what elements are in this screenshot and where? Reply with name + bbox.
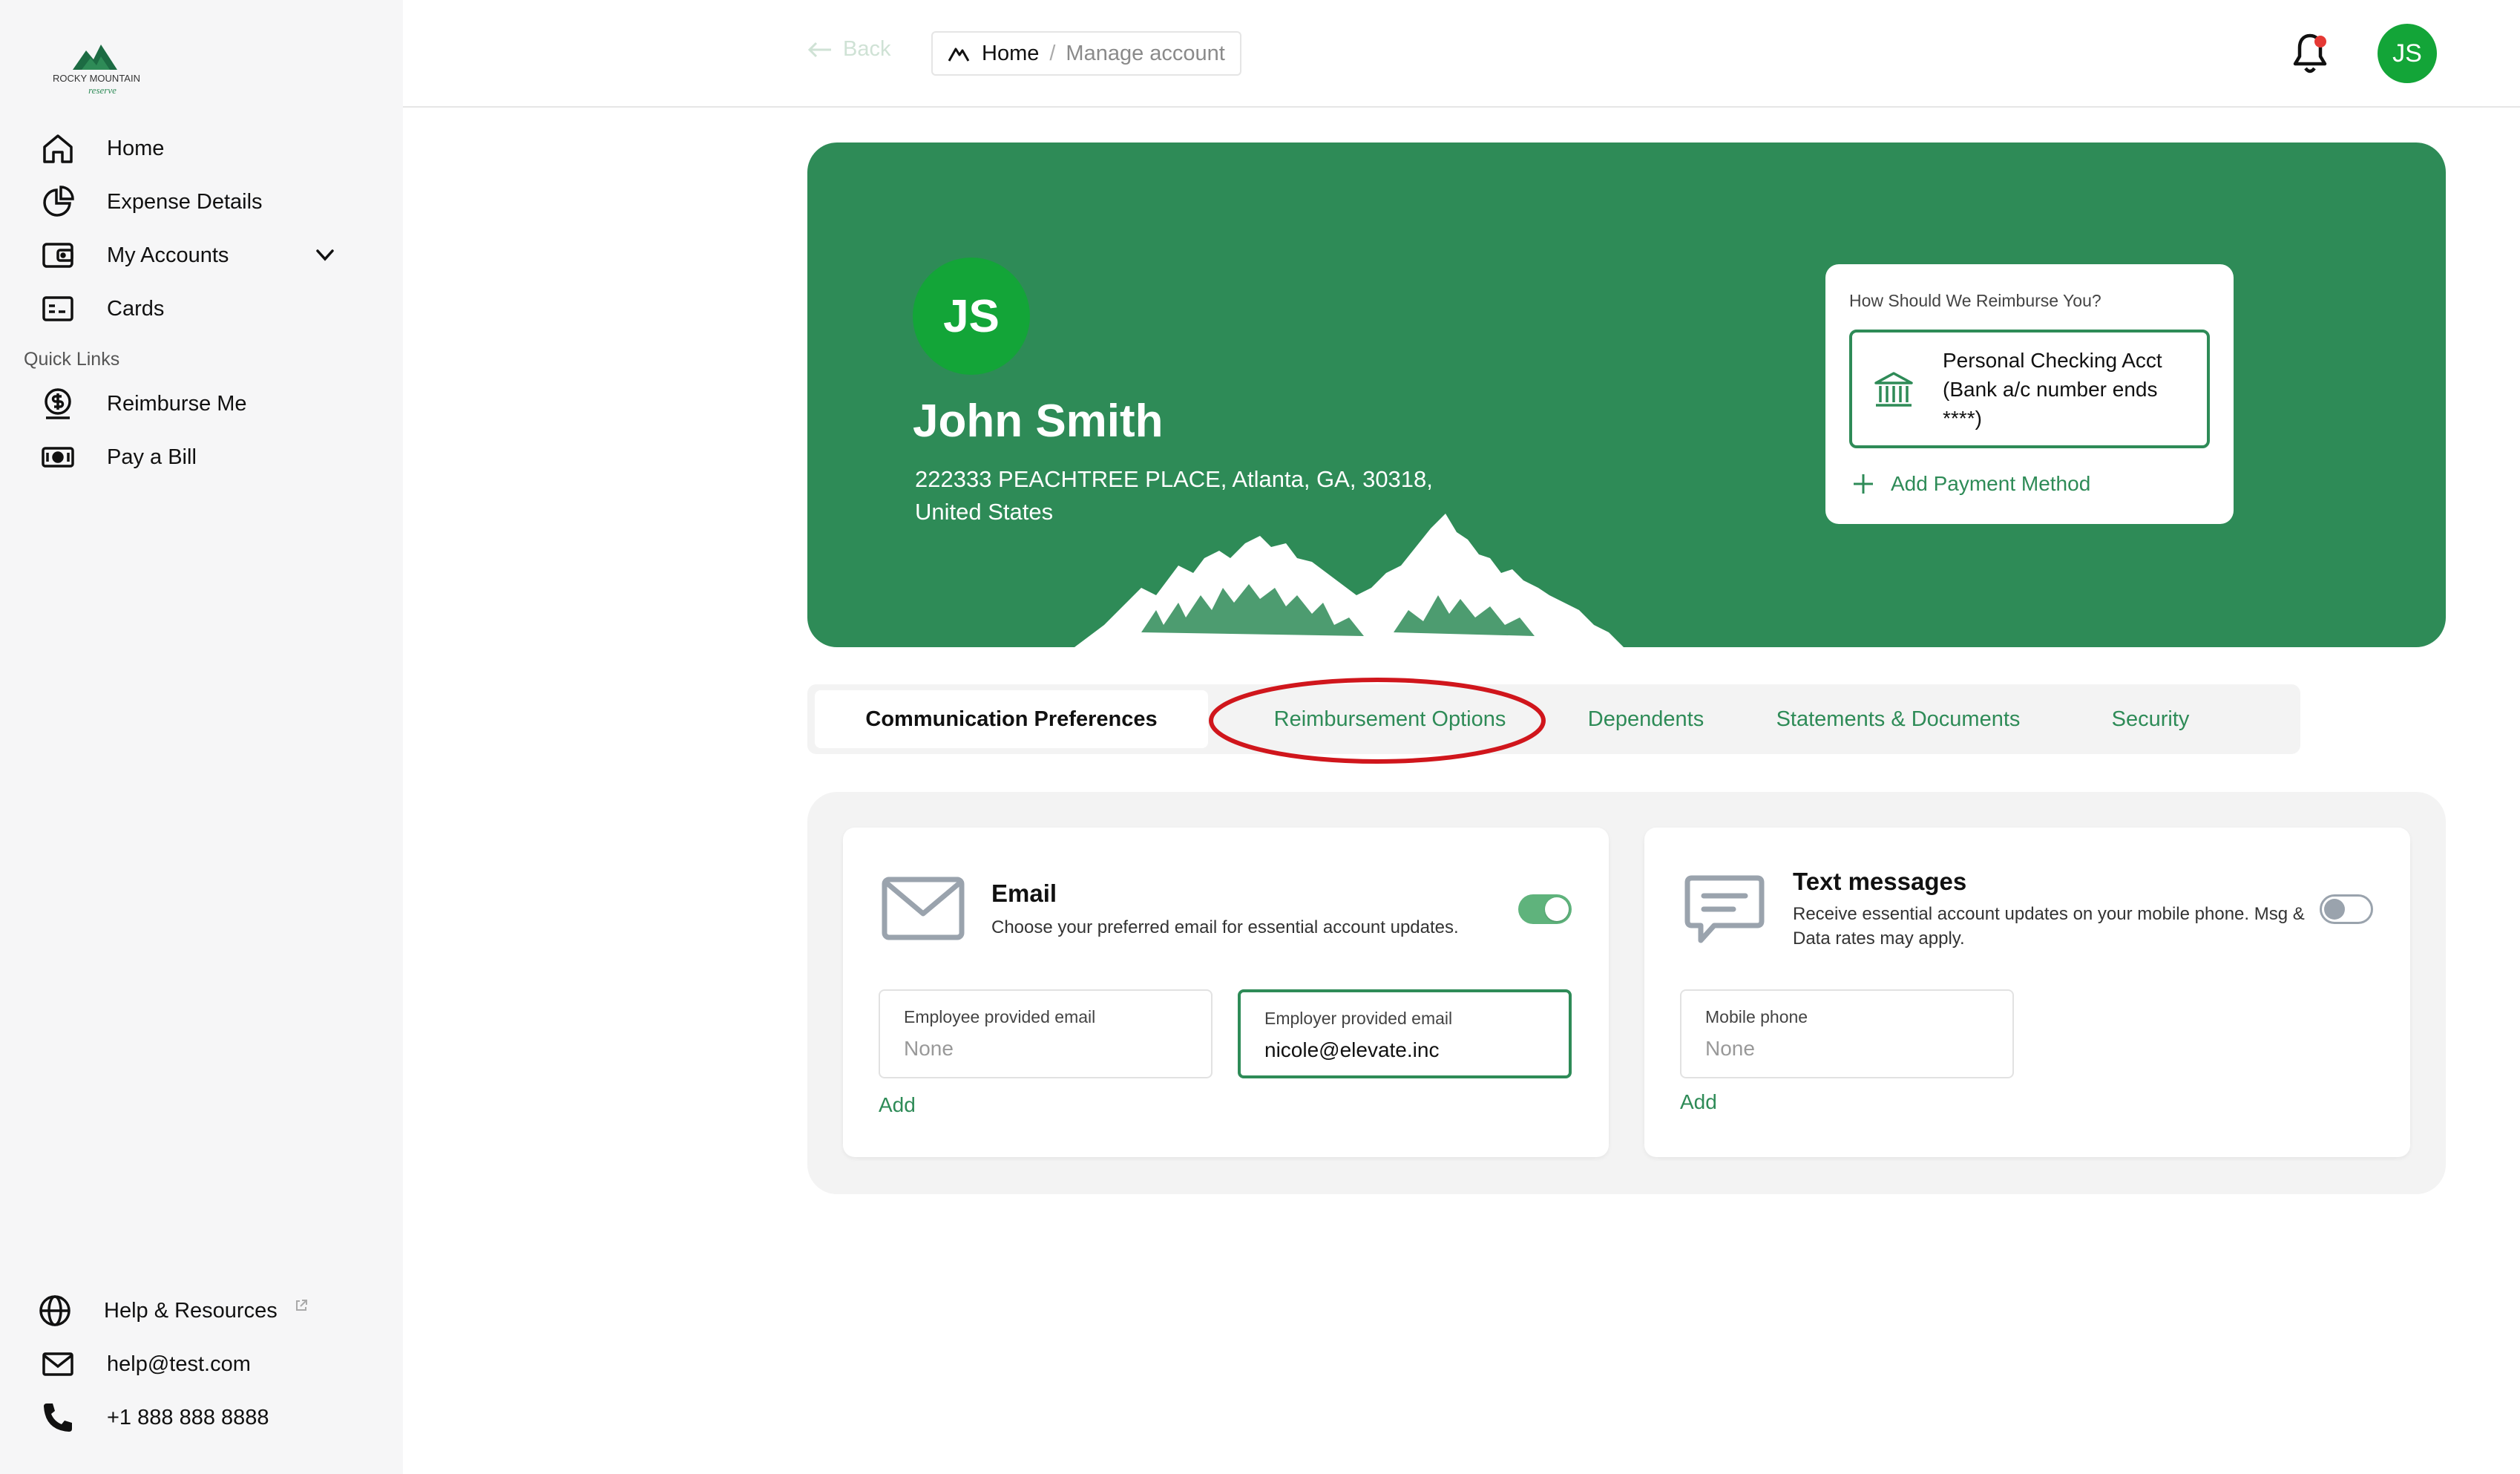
back-label: Back: [843, 37, 891, 61]
add-phone-link[interactable]: Add: [1680, 1090, 1717, 1114]
arrow-left-icon: [807, 42, 831, 57]
email-card-title: Email: [991, 880, 1057, 907]
sidebar-item-label: My Accounts: [107, 243, 229, 267]
breadcrumb: Home / Manage account: [931, 31, 1241, 76]
dollar-circle-icon: [37, 383, 79, 425]
sidebar-item-label: Help & Resources: [104, 1298, 278, 1323]
account-tabs: Communication Preferences Reimbursement …: [807, 684, 2300, 754]
sidebar: ROCKY MOUNTAIN reserve Home Expense Deta…: [0, 0, 403, 1474]
tab-statements-documents[interactable]: Statements & Documents: [1765, 690, 2032, 748]
sidebar-item-label: help@test.com: [107, 1352, 251, 1376]
sidebar-item-help-email[interactable]: help@test.com: [37, 1343, 251, 1385]
notification-bell-icon[interactable]: [2289, 31, 2331, 76]
sidebar-item-label: Cards: [107, 296, 165, 321]
breadcrumb-current: Manage account: [1066, 41, 1225, 65]
card-icon: [37, 288, 79, 330]
bank-icon: [1874, 372, 1913, 407]
toggle-knob: [2324, 899, 2345, 920]
quick-links-heading: Quick Links: [24, 349, 120, 370]
tab-reimbursement-options[interactable]: Reimbursement Options: [1223, 690, 1557, 748]
mobile-phone-field[interactable]: Mobile phone None: [1680, 989, 2014, 1078]
chevron-down-icon[interactable]: [312, 242, 338, 269]
rocky-mountain-logo[interactable]: ROCKY MOUNTAIN reserve: [30, 36, 163, 98]
external-link-icon: [295, 1300, 307, 1311]
home-icon: [37, 128, 79, 169]
reimbursement-method-card: How Should We Reimburse You? Personal Ch…: [1825, 264, 2234, 524]
employer-email-value[interactable]: nicole@elevate.inc: [1264, 1038, 1554, 1062]
selected-payment-account[interactable]: Personal Checking Acct (Bank a/c number …: [1849, 330, 2210, 448]
add-email-link[interactable]: Add: [879, 1093, 916, 1117]
tab-communication-preferences[interactable]: Communication Preferences: [815, 690, 1208, 748]
sidebar-item-label: +1 888 888 8888: [107, 1405, 269, 1429]
cash-icon: [37, 436, 79, 478]
employee-email-field[interactable]: Employee provided email None: [879, 989, 1213, 1078]
sidebar-item-home[interactable]: Home: [37, 128, 164, 169]
sidebar-item-help-resources[interactable]: Help & Resources: [34, 1290, 309, 1331]
add-payment-method-button[interactable]: Add Payment Method: [1852, 472, 2090, 496]
mountain-icon: [948, 48, 970, 62]
envelope-icon: [882, 877, 965, 940]
text-card-title: Text messages: [1793, 868, 1967, 895]
mail-icon: [37, 1343, 79, 1385]
sidebar-item-label: Expense Details: [107, 189, 263, 214]
back-button[interactable]: Back: [807, 37, 890, 62]
field-label: Employer provided email: [1264, 1009, 1453, 1028]
sidebar-item-reimburse-me[interactable]: Reimburse Me: [37, 383, 247, 425]
sidebar-item-phone[interactable]: +1 888 888 8888: [37, 1397, 269, 1438]
tab-dependents[interactable]: Dependents: [1572, 690, 1720, 748]
email-toggle[interactable]: [1518, 894, 1572, 924]
tab-security[interactable]: Security: [2076, 690, 2225, 748]
globe-icon: [34, 1290, 76, 1331]
add-payment-method-label: Add Payment Method: [1891, 472, 2091, 495]
email-preference-card: Email Choose your preferred email for es…: [843, 828, 1609, 1157]
toggle-knob: [1545, 897, 1569, 921]
svg-text:ROCKY MOUNTAIN: ROCKY MOUNTAIN: [53, 73, 140, 84]
top-bar: [403, 0, 2520, 108]
sidebar-item-label: Reimburse Me: [107, 391, 247, 416]
employer-email-field[interactable]: Employer provided email nicole@elevate.i…: [1238, 989, 1572, 1078]
chat-bubble-icon: [1684, 875, 1765, 943]
email-card-description: Choose your preferred email for essentia…: [991, 917, 1459, 937]
profile-name: John Smith: [913, 396, 1164, 447]
sidebar-item-label: Pay a Bill: [107, 445, 197, 469]
breadcrumb-home[interactable]: Home: [982, 42, 1039, 66]
mountain-range-illustration: [1074, 514, 1624, 647]
field-label: Mobile phone: [1705, 1007, 1808, 1026]
sidebar-item-label: Home: [107, 136, 165, 160]
mobile-phone-value[interactable]: None: [1705, 1037, 1995, 1061]
wallet-icon: [37, 235, 79, 276]
sidebar-item-my-accounts[interactable]: My Accounts: [37, 235, 229, 276]
notification-dot: [2314, 36, 2326, 48]
text-card-description: Receive essential account updates on you…: [1793, 904, 2305, 949]
text-messages-preference-card: Text messages Receive essential account …: [1644, 828, 2410, 1157]
sidebar-item-expense-details[interactable]: Expense Details: [37, 181, 263, 223]
pie-chart-icon: [37, 181, 79, 223]
field-label: Employee provided email: [904, 1007, 1096, 1026]
communication-preferences-panel: Email Choose your preferred email for es…: [807, 792, 2446, 1194]
payment-account-text: Personal Checking Acct (Bank a/c number …: [1943, 349, 2162, 430]
employee-email-value[interactable]: None: [904, 1037, 1193, 1061]
sidebar-item-pay-a-bill[interactable]: Pay a Bill: [37, 436, 197, 478]
sidebar-item-cards[interactable]: Cards: [37, 288, 164, 330]
phone-icon: [37, 1397, 79, 1438]
svg-text:reserve: reserve: [88, 85, 117, 96]
plus-icon: [1854, 474, 1873, 494]
reimbursement-title: How Should We Reimburse You?: [1849, 291, 2101, 310]
profile-avatar: JS: [913, 258, 1030, 375]
user-avatar[interactable]: JS: [2378, 24, 2437, 83]
profile-hero: JS John Smith 222333 PEACHTREE PLACE, At…: [807, 143, 2446, 647]
breadcrumb-separator: /: [1049, 41, 1056, 65]
text-messages-toggle[interactable]: [2320, 894, 2373, 924]
